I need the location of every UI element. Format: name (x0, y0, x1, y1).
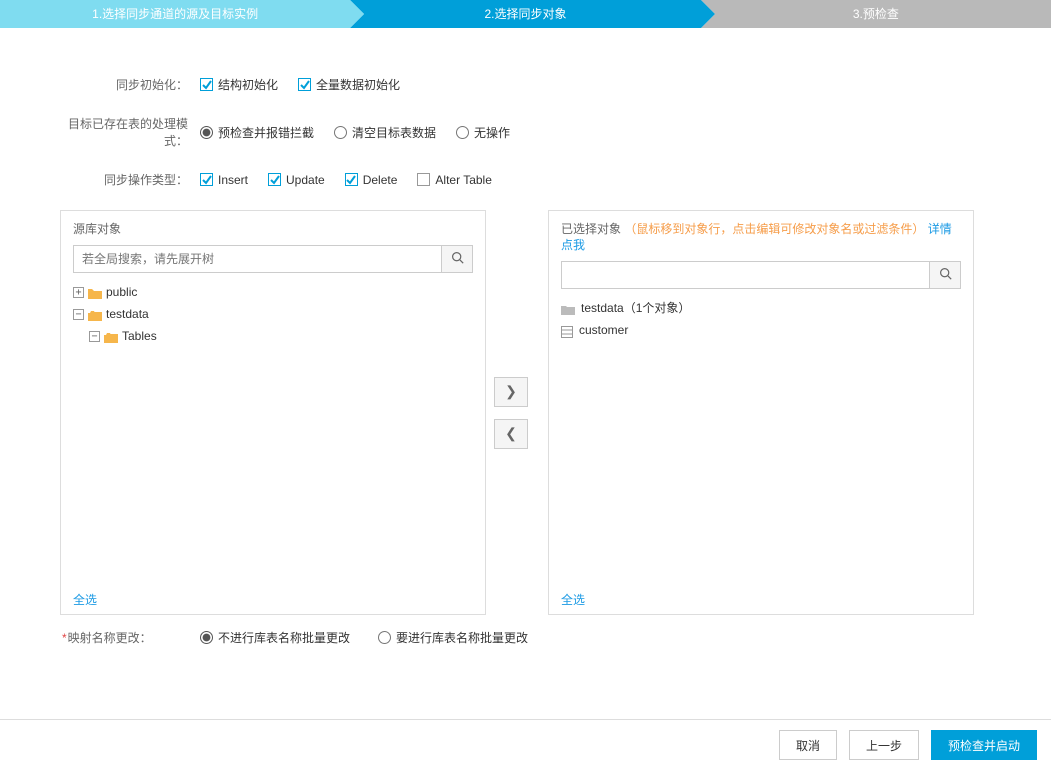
transfer-buttons: ❯ ❮ (494, 210, 540, 615)
checkbox-delete[interactable]: Delete (345, 173, 398, 187)
target-title-strong: 已选择对象 (561, 222, 621, 236)
search-icon (939, 267, 952, 283)
cancel-button[interactable]: 取消 (779, 730, 837, 760)
source-tree: + public − testdata − (73, 281, 473, 587)
mapping-label: *映射名称更改： (60, 629, 200, 646)
tree-node-label: testdata (106, 304, 149, 324)
target-title-hint: （鼠标移到对象行，点击编辑可修改对象名或过滤条件） (624, 222, 924, 236)
tree-node-public[interactable]: + public (73, 281, 473, 303)
radio-mode-noop-label: 无操作 (474, 124, 510, 141)
folder-icon (88, 286, 102, 298)
checkbox-alter-table-label: Alter Table (435, 173, 491, 187)
collapse-icon[interactable]: − (73, 309, 84, 320)
target-search-input[interactable] (561, 261, 929, 289)
wizard-steps: 1.选择同步通道的源及目标实例 2.选择同步对象 3.预检查 (0, 0, 1051, 28)
checkbox-insert-label: Insert (218, 173, 248, 187)
target-panel-title: 已选择对象 （鼠标移到对象行，点击编辑可修改对象名或过滤条件） 详情点我 (561, 221, 961, 253)
checkbox-struct-init-label: 结构初始化 (218, 76, 278, 93)
target-search-button[interactable] (929, 261, 961, 289)
checkbox-struct-init[interactable]: 结构初始化 (200, 76, 278, 93)
source-search-button[interactable] (441, 245, 473, 273)
folder-open-icon (104, 330, 118, 342)
tree-node-testdata[interactable]: − testdata (73, 303, 473, 325)
source-panel-title: 源库对象 (73, 221, 473, 237)
checkbox-delete-label: Delete (363, 173, 398, 187)
step-1-label: 1.选择同步通道的源及目标实例 (92, 7, 258, 21)
radio-mode-clear-label: 清空目标表数据 (352, 124, 436, 141)
target-panel: 已选择对象 （鼠标移到对象行，点击编辑可修改对象名或过滤条件） 详情点我 tes (548, 210, 974, 615)
tree-node-label: Tables (122, 326, 157, 346)
target-select-all-link[interactable]: 全选 (561, 593, 585, 607)
step-2: 2.选择同步对象 (350, 0, 700, 28)
target-node-label: customer (579, 320, 628, 340)
source-select-all-link[interactable]: 全选 (73, 593, 97, 607)
expand-icon[interactable]: + (73, 287, 84, 298)
required-asterisk: * (62, 631, 67, 645)
checkbox-alter-table[interactable]: Alter Table (417, 173, 491, 187)
chevron-left-icon: ❮ (505, 425, 517, 442)
search-icon (451, 251, 464, 267)
radio-mode-precheck-label: 预检查并报错拦截 (218, 124, 314, 141)
ops-label: 同步操作类型： (60, 171, 200, 188)
folder-grey-icon (561, 302, 575, 314)
mode-label: 目标已存在表的处理模式： (60, 115, 200, 149)
tree-node-tables[interactable]: − Tables (73, 325, 473, 347)
step-3: 3.预检查 (701, 0, 1051, 28)
target-node-testdata[interactable]: testdata（1个对象） (561, 297, 961, 319)
collapse-icon[interactable]: − (89, 331, 100, 342)
step-1: 1.选择同步通道的源及目标实例 (0, 0, 350, 28)
radio-mode-precheck[interactable]: 预检查并报错拦截 (200, 124, 314, 141)
radio-mapping-no[interactable]: 不进行库表名称批量更改 (200, 629, 350, 646)
target-node-customer[interactable]: customer (561, 319, 961, 341)
checkbox-full-data-init[interactable]: 全量数据初始化 (298, 76, 400, 93)
precheck-start-button[interactable]: 预检查并启动 (931, 730, 1037, 760)
step-3-label: 3.预检查 (853, 7, 899, 21)
tree-node-label: public (106, 282, 137, 302)
source-search-input[interactable] (73, 245, 441, 273)
radio-mode-clear[interactable]: 清空目标表数据 (334, 124, 436, 141)
radio-mapping-yes-label: 要进行库表名称批量更改 (396, 629, 528, 646)
init-label: 同步初始化： (60, 76, 200, 93)
mapping-label-text: 映射名称更改： (68, 631, 152, 645)
checkbox-update[interactable]: Update (268, 173, 325, 187)
checkbox-update-label: Update (286, 173, 325, 187)
move-right-button[interactable]: ❯ (494, 377, 528, 407)
footer-bar: 取消 上一步 预检查并启动 (0, 719, 1051, 770)
checkbox-insert[interactable]: Insert (200, 173, 248, 187)
source-panel: 源库对象 + public − (60, 210, 486, 615)
checkbox-full-data-init-label: 全量数据初始化 (316, 76, 400, 93)
step-2-label: 2.选择同步对象 (484, 7, 566, 21)
chevron-right-icon: ❯ (505, 383, 517, 400)
table-icon (561, 324, 573, 336)
radio-mapping-no-label: 不进行库表名称批量更改 (218, 629, 350, 646)
radio-mapping-yes[interactable]: 要进行库表名称批量更改 (378, 629, 528, 646)
target-node-label: testdata（1个对象） (581, 298, 690, 318)
radio-mode-noop[interactable]: 无操作 (456, 124, 510, 141)
move-left-button[interactable]: ❮ (494, 419, 528, 449)
folder-open-icon (88, 308, 102, 320)
target-tree: testdata（1个对象） customer (561, 297, 961, 587)
prev-button[interactable]: 上一步 (849, 730, 919, 760)
